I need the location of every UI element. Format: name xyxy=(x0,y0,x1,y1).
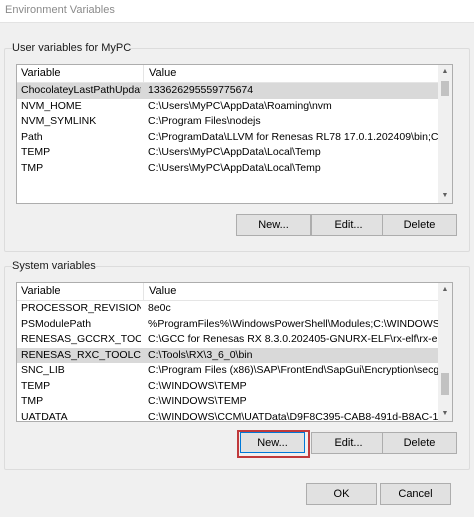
system-variables-label: System variables xyxy=(12,260,96,272)
variable-name: TEMP xyxy=(21,379,51,392)
user-variables-label: User variables for MyPC xyxy=(12,42,132,54)
system-delete-button[interactable]: Delete xyxy=(382,432,457,454)
list-header: Variable Value xyxy=(17,283,452,301)
variable-value: 133626295559775674 xyxy=(148,84,254,96)
table-row[interactable]: TMP C:\WINDOWS\TEMP xyxy=(17,394,452,410)
variable-value: C:\Users\MyPC\AppData\Roaming\nvm xyxy=(148,99,332,112)
table-row[interactable]: PSModulePath %ProgramFiles%\WindowsPowerS… xyxy=(17,317,452,333)
variable-name: RENESAS_RXC_TOOLCHAIN... xyxy=(21,348,141,361)
variable-value: C:\GCC for Renesas RX 8.3.0.202405-GNURX… xyxy=(148,333,450,345)
variable-value: C:\WINDOWS\TEMP xyxy=(148,379,247,392)
variable-name: UATDATA xyxy=(21,410,68,422)
table-row[interactable]: TMP C:\Users\MyPC\AppData\Local\Temp xyxy=(17,161,452,177)
table-row[interactable]: NVM_HOME C:\Users\MyPC\AppData\Roaming\nv… xyxy=(17,99,452,115)
window-title: Environment Variables xyxy=(5,4,115,16)
table-row[interactable]: TEMP C:\WINDOWS\TEMP xyxy=(17,379,452,395)
scroll-up-icon[interactable]: ▲ xyxy=(438,65,452,79)
variable-name: Path xyxy=(21,130,43,143)
ok-button[interactable]: OK xyxy=(306,483,377,505)
variable-name: SNC_LIB xyxy=(21,364,65,376)
vertical-scrollbar[interactable]: ▲ ▼ xyxy=(438,283,452,421)
variable-value: C:\WINDOWS\CCM\UATData\D9F8C395-CAB8-491… xyxy=(148,410,450,422)
vertical-scrollbar[interactable]: ▲ ▼ xyxy=(438,65,452,203)
variable-name: PROCESSOR_REVISION xyxy=(21,302,141,314)
variable-value: C:\Tools\RX\3_6_0\bin xyxy=(148,348,253,361)
table-row[interactable]: RENESAS_GCCRX_TOOLCH... C:\GCC for Renesa… xyxy=(17,332,452,348)
column-header-value[interactable]: Value xyxy=(149,67,176,79)
system-new-button[interactable]: New... xyxy=(240,432,305,453)
table-row[interactable]: NVM_SYMLINK C:\Program Files\nodejs xyxy=(17,114,452,130)
list-header: Variable Value xyxy=(17,65,452,83)
cancel-button[interactable]: Cancel xyxy=(380,483,451,505)
table-row[interactable]: Path C:\ProgramData\LLVM for Renesas RL78… xyxy=(17,130,452,146)
column-header-variable[interactable]: Variable xyxy=(21,67,61,79)
system-variables-list[interactable]: Variable Value PROCESSOR_REVISION 8e0c PSM… xyxy=(16,282,453,422)
scroll-down-icon[interactable]: ▼ xyxy=(438,407,452,421)
variable-name: PSModulePath xyxy=(21,317,92,330)
variable-value: C:\Users\MyPC\AppData\Local\Temp xyxy=(148,146,321,158)
table-row[interactable]: SNC_LIB C:\Program Files (x86)\SAP\FrontE… xyxy=(17,363,452,379)
variable-name: TMP xyxy=(21,161,44,174)
variable-name: TMP xyxy=(21,395,44,407)
variable-value: %ProgramFiles%\WindowsPowerShell\Modules… xyxy=(148,317,450,330)
variable-value: C:\Program Files (x86)\SAP\FrontEnd\SapG… xyxy=(148,364,450,376)
table-row[interactable]: RENESAS_RXC_TOOLCHAIN... C:\Tools\RX\3_6_… xyxy=(17,347,452,363)
column-header-variable[interactable]: Variable xyxy=(21,285,61,297)
scrollbar-thumb[interactable] xyxy=(441,373,449,395)
variable-name: TEMP xyxy=(21,146,51,158)
column-separator[interactable] xyxy=(143,283,144,300)
table-row[interactable]: PROCESSOR_REVISION 8e0c xyxy=(17,301,452,317)
variable-name: NVM_HOME xyxy=(21,99,82,112)
user-variables-list[interactable]: Variable Value ChocolateyLastPathUpdate 1… xyxy=(16,64,453,204)
variable-name: RENESAS_GCCRX_TOOLCH... xyxy=(21,333,141,345)
user-new-button[interactable]: New... xyxy=(236,214,311,236)
system-variables-rows: PROCESSOR_REVISION 8e0c PSModulePath %Progr… xyxy=(17,301,452,422)
scrollbar-thumb[interactable] xyxy=(441,81,449,96)
table-row[interactable]: UATDATA C:\WINDOWS\CCM\UATData\D9F8C395-C… xyxy=(17,410,452,422)
variable-value: 8e0c xyxy=(148,302,171,314)
variable-name: NVM_SYMLINK xyxy=(21,115,97,127)
variable-value: C:\Users\MyPC\AppData\Local\Temp xyxy=(148,161,321,174)
variable-value: C:\ProgramData\LLVM for Renesas RL78 17.… xyxy=(148,130,450,143)
column-separator[interactable] xyxy=(143,65,144,82)
scroll-up-icon[interactable]: ▲ xyxy=(438,283,452,297)
table-row[interactable]: ChocolateyLastPathUpdate 1336262955597756… xyxy=(17,83,452,99)
scroll-down-icon[interactable]: ▼ xyxy=(438,189,452,203)
column-header-value[interactable]: Value xyxy=(149,285,176,297)
user-variables-rows: ChocolateyLastPathUpdate 1336262955597756… xyxy=(17,83,452,176)
table-row[interactable]: TEMP C:\Users\MyPC\AppData\Local\Temp xyxy=(17,145,452,161)
variable-name: ChocolateyLastPathUpdate xyxy=(21,84,141,96)
variable-value: C:\Program Files\nodejs xyxy=(148,115,261,127)
user-edit-button[interactable]: Edit... xyxy=(311,214,386,236)
system-edit-button[interactable]: Edit... xyxy=(311,432,386,454)
user-delete-button[interactable]: Delete xyxy=(382,214,457,236)
variable-value: C:\WINDOWS\TEMP xyxy=(148,395,247,407)
title-bar: Environment Variables xyxy=(0,0,474,23)
